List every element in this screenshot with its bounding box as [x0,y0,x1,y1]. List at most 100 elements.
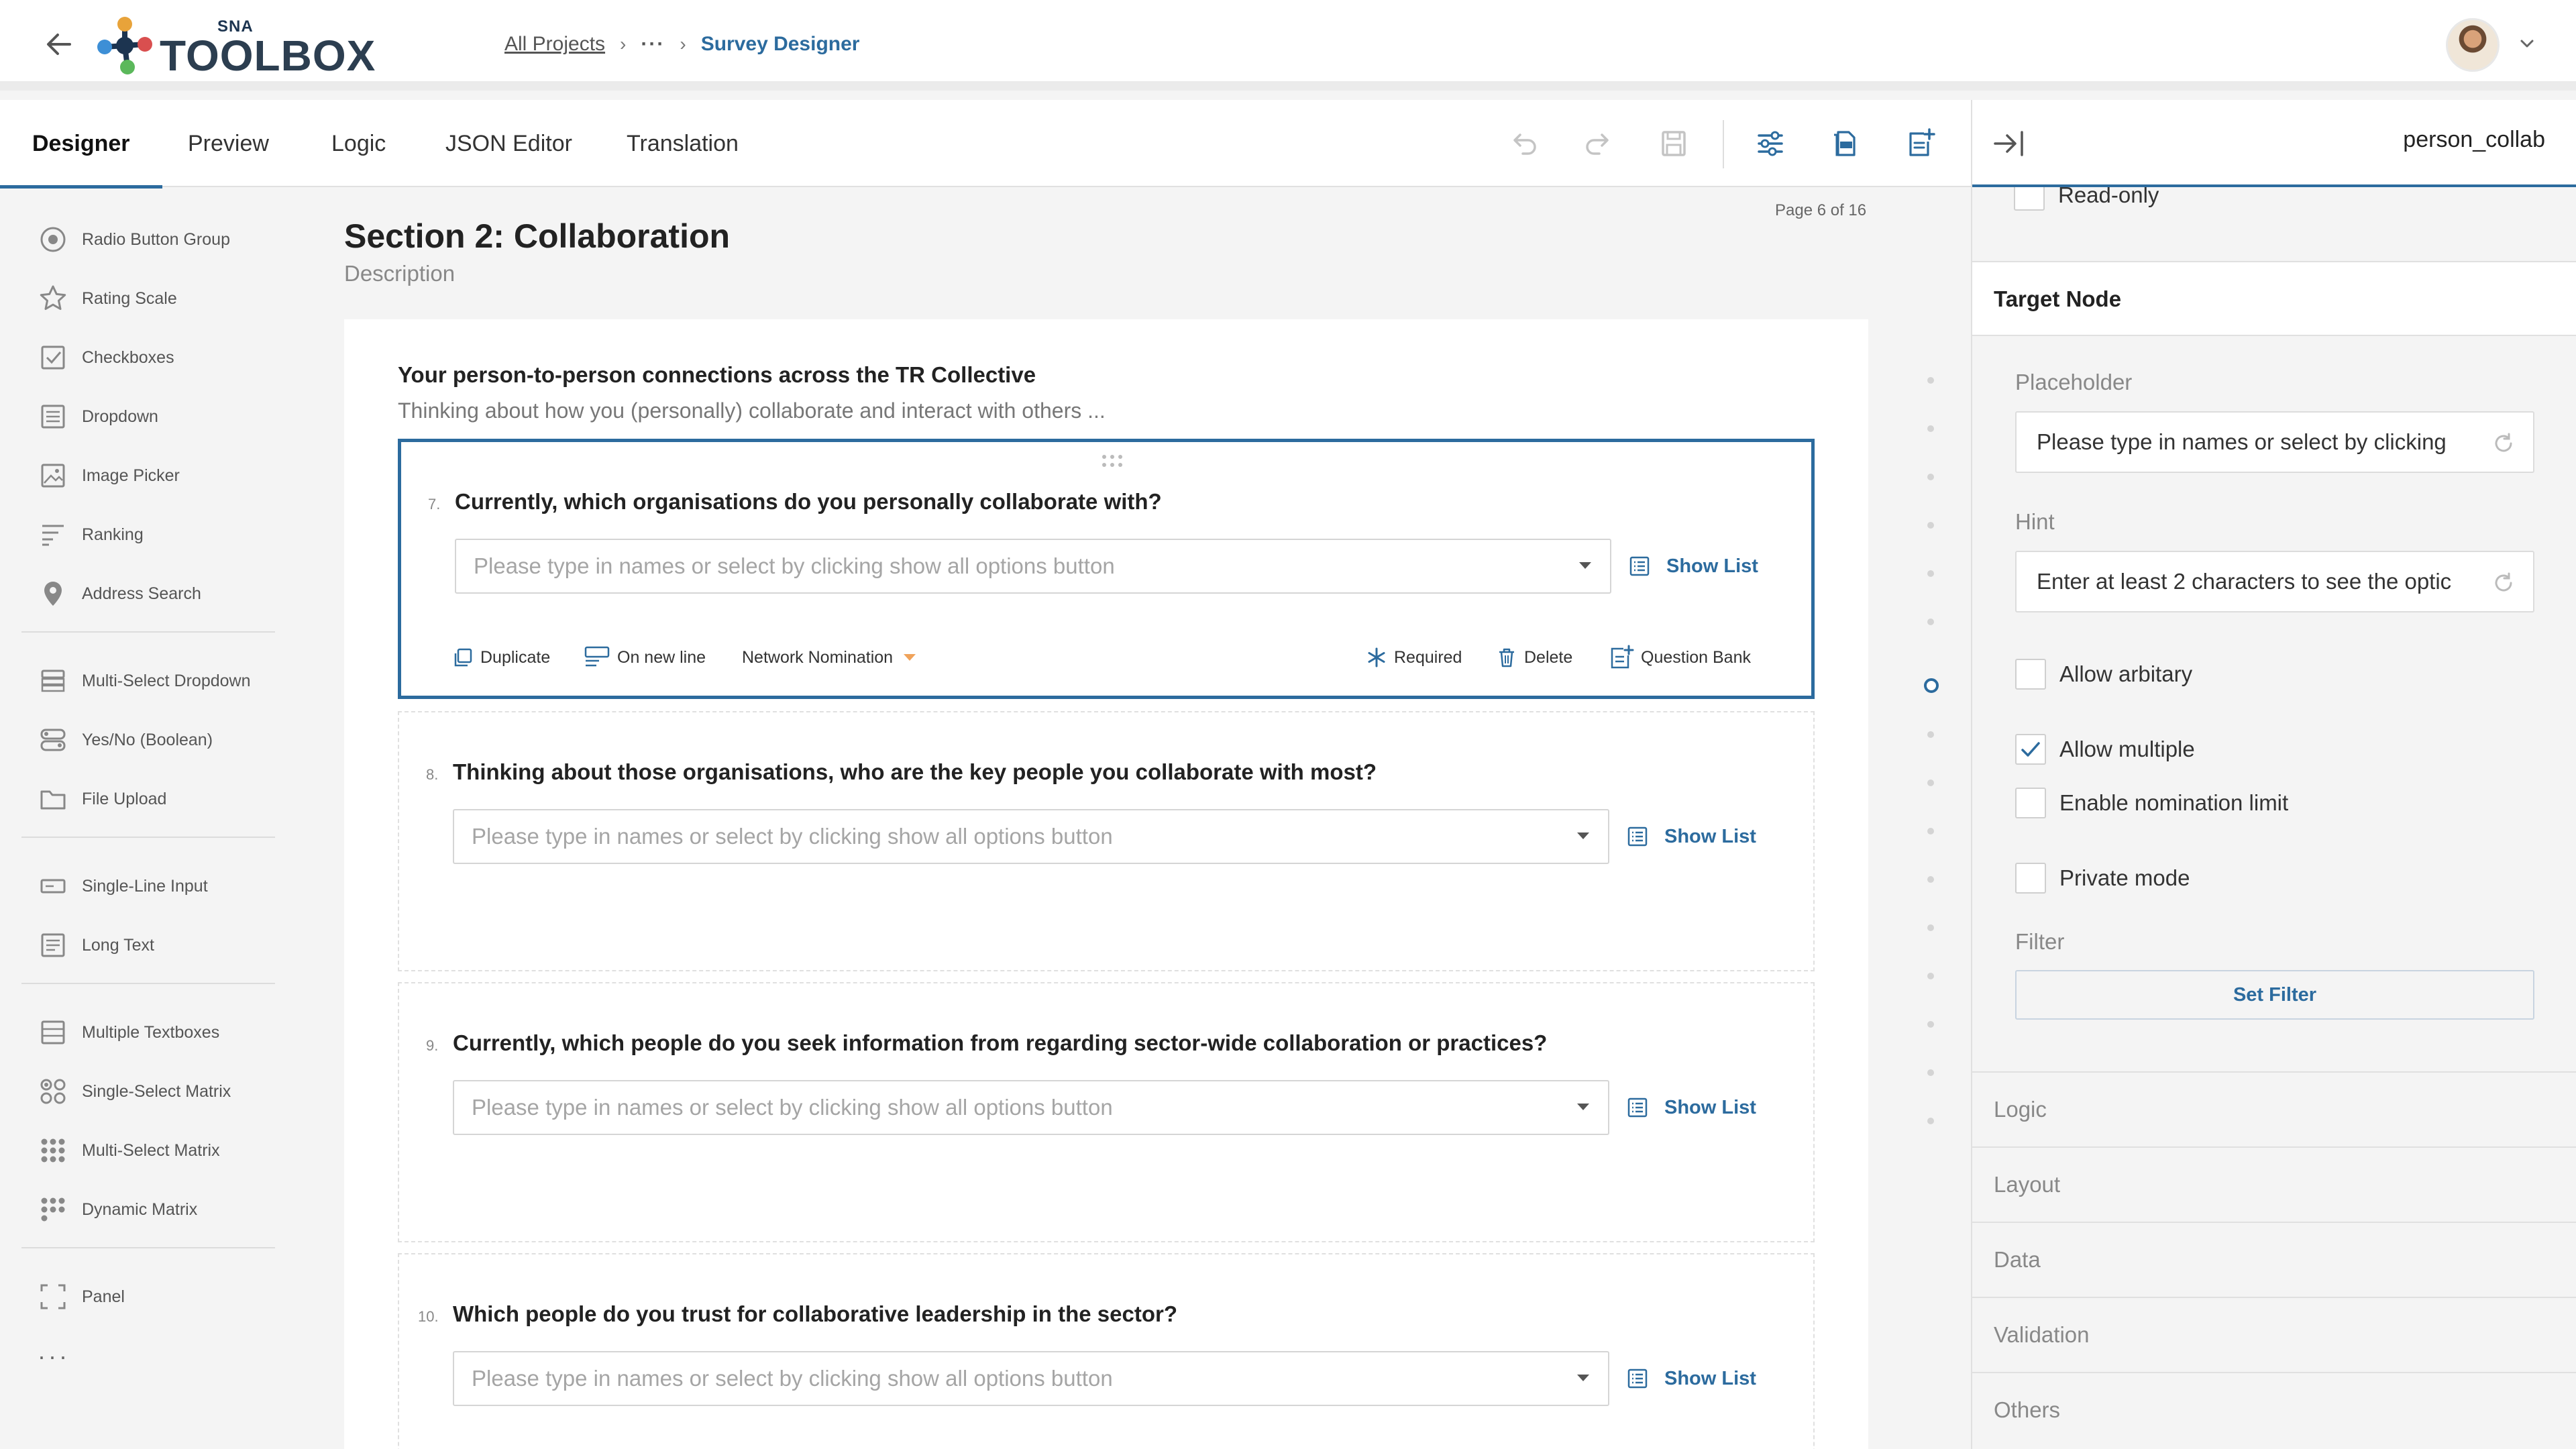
section-title[interactable]: Section 2: Collaboration [344,217,730,256]
sna-toolbox-logo[interactable]: SNA TOOLBOX [94,12,415,80]
toolbox-item-long-text[interactable]: Long Text [38,929,154,961]
accordion-validation[interactable]: Validation [1972,1297,2576,1372]
toolbox-item-image-picker[interactable]: Image Picker [38,460,180,492]
page-dot[interactable] [1927,522,1934,529]
page-dot[interactable] [1927,570,1934,577]
show-list-button[interactable]: Show List [1627,1080,1756,1135]
question-title[interactable]: Thinking about those organisations, who … [453,759,1377,785]
toolbox-item-rating-scale[interactable]: Rating Scale [38,282,177,315]
reset-icon[interactable] [2491,431,2516,455]
toolbox-item-yes-no[interactable]: Yes/No (Boolean) [38,724,213,756]
page-dot[interactable] [1927,876,1934,883]
user-avatar[interactable] [2446,18,2500,72]
target-node-section-header[interactable]: Target Node [1972,261,2576,336]
toolbox-item-dropdown[interactable]: Dropdown [38,400,158,433]
question-title[interactable]: Currently, which organisations do you pe… [455,489,1162,515]
page-dot[interactable] [1927,474,1934,480]
allow-multiple-row[interactable]: Allow multiple [2015,729,2195,769]
tab-designer[interactable]: Designer [0,100,162,189]
nomination-limit-row[interactable]: Enable nomination limit [2015,783,2288,823]
toolbox-item-file-upload[interactable]: File Upload [38,783,166,815]
private-mode-checkbox[interactable] [2015,863,2046,894]
nomination-dropdown[interactable]: Please type in names or select by clicki… [453,1080,1609,1135]
nomination-dropdown[interactable]: Please type in names or select by clicki… [453,1351,1609,1406]
nomination-dropdown[interactable]: Please type in names or select by clicki… [453,809,1609,864]
tab-logic[interactable]: Logic [331,100,386,187]
page-dot[interactable] [1927,619,1934,625]
page-dot[interactable] [1927,425,1934,432]
settings-sliders-icon[interactable] [1754,127,1787,160]
page-dot[interactable] [1927,1069,1934,1076]
tab-json-editor[interactable]: JSON Editor [445,100,572,187]
page-dot[interactable] [1927,1118,1934,1124]
add-page-icon[interactable] [1904,127,1937,160]
question-card[interactable]: 10. Which people do you trust for collab… [398,1253,1815,1449]
question-type-selector[interactable]: Network Nomination [742,641,924,674]
collapse-panel-icon[interactable] [1992,128,2026,159]
toolbox-item-multi-select-matrix[interactable]: Multi-Select Matrix [38,1134,220,1167]
chevron-down-icon[interactable] [2517,34,2537,54]
panel-description[interactable]: Thinking about how you (personally) coll… [398,398,1106,423]
page-dot[interactable] [1927,377,1934,384]
page-dot[interactable] [1927,924,1934,931]
allow-arbitrary-row[interactable]: Allow arbitary [2015,654,2192,694]
caret-down-icon[interactable] [1576,830,1591,841]
back-arrow-icon[interactable] [40,25,78,63]
toolbox-more-icon[interactable]: ··· [38,1342,70,1371]
set-filter-button[interactable]: Set Filter [2015,970,2534,1020]
question-card[interactable]: 8. Thinking about those organisations, w… [398,711,1815,971]
required-toggle[interactable]: Required [1366,641,1462,674]
private-mode-row[interactable]: Private mode [2015,858,2190,898]
accordion-others[interactable]: Others [1972,1372,2576,1447]
toolbox-item-ranking[interactable]: Ranking [38,519,144,551]
allow-multiple-checkbox[interactable] [2015,734,2046,765]
new-line-button[interactable]: On new line [584,641,706,674]
question-title[interactable]: Which people do you trust for collaborat… [453,1301,1177,1327]
accordion-data[interactable]: Data [1972,1222,2576,1297]
page-dot[interactable] [1927,828,1934,835]
section-description[interactable]: Description [344,261,455,286]
question-card[interactable]: 9. Currently, which people do you seek i… [398,982,1815,1242]
toolbox-item-address-search[interactable]: Address Search [38,578,201,610]
drag-handle-icon[interactable] [1100,453,1124,470]
hint-input[interactable]: Enter at least 2 characters to see the o… [2015,551,2534,612]
toolbox-item-panel[interactable]: Panel [38,1281,125,1313]
accordion-layout[interactable]: Layout [1972,1146,2576,1222]
show-list-button[interactable]: Show List [1629,539,1758,594]
toolbox-item-single-select-matrix[interactable]: Single-Select Matrix [38,1075,231,1108]
question-title[interactable]: Currently, which people do you seek info… [453,1030,1547,1056]
delete-button[interactable]: Delete [1496,641,1572,674]
nomination-limit-checkbox[interactable] [2015,788,2046,818]
page-dot[interactable] [1927,1021,1934,1028]
caret-down-icon[interactable] [1576,1102,1591,1112]
tab-translation[interactable]: Translation [627,100,739,187]
toolbox-item-checkboxes[interactable]: Checkboxes [38,341,174,374]
duplicate-button[interactable]: Duplicate [452,641,550,674]
breadcrumb-ellipsis[interactable]: ··· [641,33,665,56]
nomination-dropdown[interactable]: Please type in names or select by clicki… [455,539,1611,594]
save-icon[interactable] [1657,127,1690,160]
accordion-logic[interactable]: Logic [1972,1071,2576,1146]
page-dot[interactable] [1927,973,1934,979]
question-bank-button[interactable]: Question Bank [1609,641,1751,674]
question-card[interactable]: 7. Currently, which organisations do you… [398,439,1815,699]
redo-icon[interactable] [1582,127,1615,160]
show-list-button[interactable]: Show List [1627,1351,1756,1406]
current-page-dot[interactable] [1924,678,1939,693]
pdf-export-icon[interactable] [1829,127,1862,160]
caret-down-icon[interactable] [1576,1373,1591,1383]
breadcrumb-all-projects[interactable]: All Projects [504,33,605,56]
panel-title[interactable]: Your person-to-person connections across… [398,362,1036,388]
toolbox-item-multiple-textboxes[interactable]: Multiple Textboxes [38,1016,219,1049]
page-dot[interactable] [1927,780,1934,786]
toolbox-item-dynamic-matrix[interactable]: Dynamic Matrix [38,1193,197,1226]
placeholder-input[interactable]: Please type in names or select by clicki… [2015,411,2534,473]
caret-down-icon[interactable] [1578,560,1593,571]
toolbox-item-radio-button-group[interactable]: Radio Button Group [38,223,230,256]
show-list-button[interactable]: Show List [1627,809,1756,864]
toolbox-item-single-line-input[interactable]: Single-Line Input [38,870,208,902]
toolbox-item-multi-select-dropdown[interactable]: Multi-Select Dropdown [38,665,251,697]
undo-icon[interactable] [1507,127,1540,160]
reset-icon[interactable] [2491,571,2516,595]
page-dot[interactable] [1927,731,1934,738]
